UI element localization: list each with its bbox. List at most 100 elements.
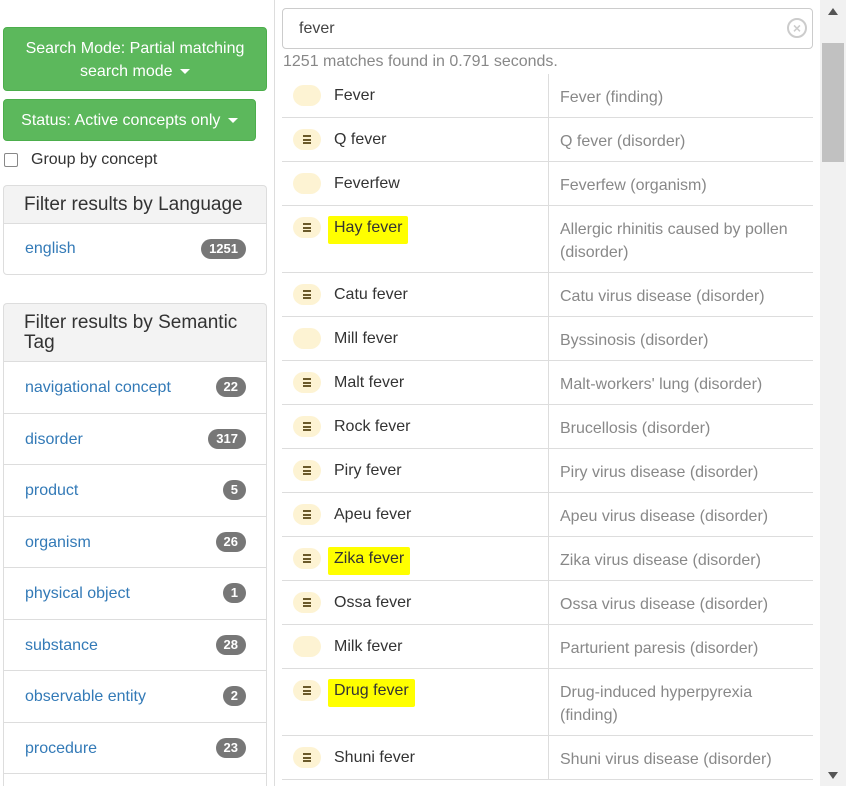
result-term[interactable]: Apeu fever: [334, 505, 411, 525]
concept-list-icon[interactable]: [293, 217, 321, 238]
language-filter-heading: Filter results by Language: [3, 185, 267, 224]
result-term[interactable]: Shuni fever: [334, 748, 415, 768]
concept-list-icon[interactable]: [293, 416, 321, 437]
count-badge: 1: [222, 583, 246, 603]
result-row[interactable]: Drug fever Drug-induced hyperpyrexia (fin…: [282, 669, 813, 736]
semantic-tag-filter-label[interactable]: navigational concept: [25, 378, 171, 398]
concept-bullet-icon[interactable]: [293, 173, 321, 194]
caret-down-icon: [227, 118, 238, 124]
semantic-tag-filter-label[interactable]: procedure: [25, 739, 97, 759]
result-row[interactable]: Piry fever Piry virus disease (disorder): [282, 449, 813, 493]
semantic-tag-filter-label[interactable]: observable entity: [25, 687, 146, 707]
result-term[interactable]: Ossa fever: [334, 593, 411, 613]
count-badge: 1251: [201, 239, 246, 259]
column-divider: [548, 361, 549, 404]
result-fsn: Catu virus disease (disorder): [560, 288, 765, 305]
count-badge: 22: [215, 377, 246, 397]
search-mode-label-line1: Search Mode: Partial matching: [25, 40, 245, 57]
result-term[interactable]: Zika fever: [328, 547, 411, 575]
concept-bullet-icon[interactable]: [293, 328, 321, 349]
result-term[interactable]: Fever: [334, 86, 375, 106]
concept-list-icon[interactable]: [293, 680, 321, 701]
count-badge: 317: [208, 428, 246, 449]
result-row[interactable]: Apeu fever Apeu virus disease (disorder): [282, 493, 813, 537]
column-divider: [548, 206, 549, 272]
concept-list-icon[interactable]: [293, 592, 321, 613]
language-filter-label[interactable]: english: [25, 239, 76, 259]
semantic-tag-filter-label[interactable]: physical object: [25, 584, 130, 604]
result-row[interactable]: Mill fever Byssinosis (disorder): [282, 317, 813, 361]
concept-bullet-icon[interactable]: [293, 85, 321, 106]
status-filter-label: Status: Active concepts only: [21, 112, 221, 129]
result-row[interactable]: Malt fever Malt-workers' lung (disorder): [282, 361, 813, 405]
column-divider: [548, 625, 549, 668]
concept-list-icon[interactable]: [293, 504, 321, 525]
semantic-tag-filter-item[interactable]: navigational concept 22: [4, 362, 266, 414]
result-fsn: Brucellosis (disorder): [560, 420, 711, 437]
result-row[interactable]: Fever Fever (finding): [282, 74, 813, 118]
result-term[interactable]: Rock fever: [334, 417, 410, 437]
concept-list-icon[interactable]: [293, 548, 321, 569]
result-fsn: Drug-induced hyperpyrexia (finding): [560, 684, 753, 724]
scroll-up-arrow-icon[interactable]: [828, 8, 838, 15]
group-by-concept-label[interactable]: Group by concept: [31, 151, 157, 169]
semantic-tag-filter-item[interactable]: organism 26: [4, 517, 266, 568]
result-row[interactable]: Catu fever Catu virus disease (disorder): [282, 273, 813, 317]
caret-down-icon: [179, 69, 190, 75]
search-mode-label-line2: search mode: [80, 63, 173, 80]
result-row[interactable]: Rock fever Brucellosis (disorder): [282, 405, 813, 449]
language-filter-item[interactable]: english 1251: [4, 224, 266, 275]
vertical-scrollbar[interactable]: [820, 0, 846, 786]
concept-list-icon[interactable]: [293, 372, 321, 393]
result-row[interactable]: Feverfew Feverfew (organism): [282, 162, 813, 206]
result-term[interactable]: Catu fever: [334, 285, 408, 305]
result-row[interactable]: Shuni fever Shuni virus disease (disorder…: [282, 736, 813, 780]
semantic-tag-filter-label[interactable]: organism: [25, 533, 91, 553]
column-divider: [548, 581, 549, 624]
status-filter-dropdown-button[interactable]: Status: Active concepts only: [3, 99, 256, 141]
concept-list-icon[interactable]: [293, 129, 321, 150]
result-term[interactable]: Feverfew: [334, 174, 400, 194]
result-row[interactable]: Hay fever Allergic rhinitis caused by pol…: [282, 206, 813, 273]
count-badge: 2: [222, 686, 246, 706]
search-input[interactable]: [299, 9, 779, 48]
result-fsn: Allergic rhinitis caused by pollen (diso…: [560, 221, 788, 261]
semantic-tag-filter-label[interactable]: product: [25, 481, 78, 501]
semantic-tag-filter-item[interactable]: physical object 1: [4, 568, 266, 620]
group-by-concept-checkbox[interactable]: [4, 153, 18, 167]
result-fsn: Byssinosis (disorder): [560, 332, 709, 349]
result-row[interactable]: Q fever Q fever (disorder): [282, 118, 813, 162]
column-divider: [548, 317, 549, 360]
scroll-down-arrow-icon[interactable]: [828, 772, 838, 779]
concept-list-icon[interactable]: [293, 284, 321, 305]
semantic-tag-filter-item[interactable]: observable entity 2: [4, 671, 266, 723]
result-row[interactable]: Ossa fever Ossa virus disease (disorder): [282, 581, 813, 625]
column-divider: [548, 736, 549, 779]
semantic-tag-filter-item[interactable]: substance 28: [4, 620, 266, 671]
result-term[interactable]: Q fever: [334, 130, 386, 150]
column-divider: [548, 74, 549, 117]
semantic-tag-filter-item[interactable]: disorder 317: [4, 414, 266, 465]
result-row[interactable]: Milk fever Parturient paresis (disorder): [282, 625, 813, 669]
result-term[interactable]: Hay fever: [328, 216, 409, 244]
semantic-tag-filter-label[interactable]: disorder: [25, 430, 83, 450]
result-term[interactable]: Milk fever: [334, 637, 402, 657]
result-term[interactable]: Mill fever: [334, 329, 398, 349]
result-fsn: Feverfew (organism): [560, 177, 707, 194]
result-term[interactable]: Malt fever: [334, 373, 404, 393]
search-mode-dropdown-button[interactable]: Search Mode: Partial matching search mod…: [3, 27, 267, 91]
clear-search-icon[interactable]: ×: [787, 18, 807, 38]
column-divider: [548, 669, 549, 735]
concept-list-icon[interactable]: [293, 747, 321, 768]
concept-list-icon[interactable]: [293, 460, 321, 481]
result-term[interactable]: Drug fever: [328, 679, 415, 707]
concept-bullet-icon[interactable]: [293, 636, 321, 657]
result-row[interactable]: Zika fever Zika virus disease (disorder): [282, 537, 813, 581]
result-fsn: Q fever (disorder): [560, 133, 686, 150]
result-term[interactable]: Piry fever: [334, 461, 402, 481]
scrollbar-thumb[interactable]: [822, 43, 844, 162]
column-divider: [548, 449, 549, 492]
semantic-tag-filter-item[interactable]: procedure 23: [4, 723, 266, 774]
semantic-tag-filter-label[interactable]: substance: [25, 636, 98, 656]
semantic-tag-filter-item[interactable]: product 5: [4, 465, 266, 517]
